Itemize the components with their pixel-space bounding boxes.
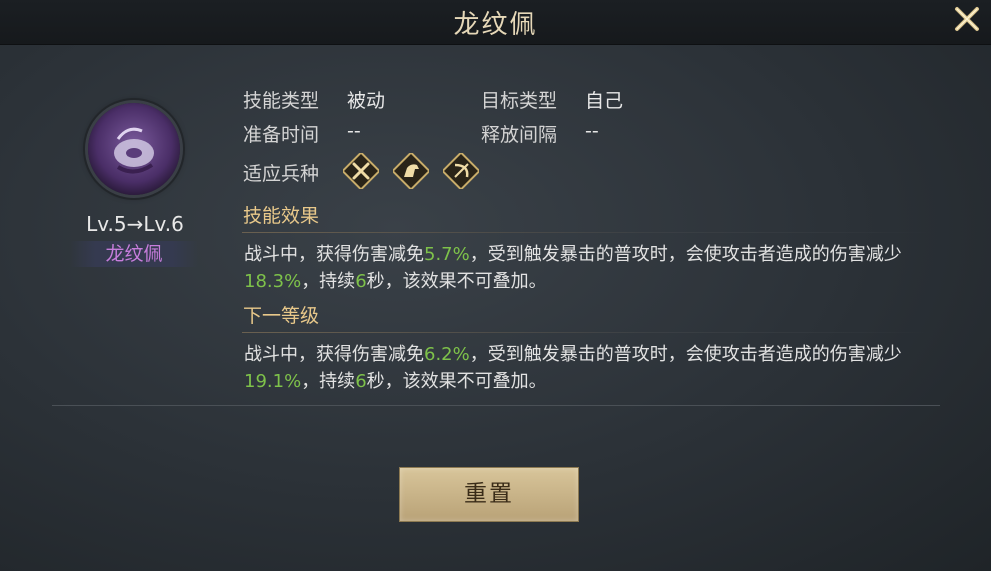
skill-type-value: 被动 [347, 90, 386, 112]
effect-heading: 技能效果 [243, 205, 320, 227]
jade-pendant-icon [114, 127, 154, 174]
prep-time-label: 准备时间 [243, 124, 320, 146]
next-level-heading: 下一等级 [243, 305, 320, 327]
effect-description: 战斗中，获得伤害减免5.7%，受到触发暴击的普攻时，会使攻击者造成的伤害减少18… [244, 244, 902, 292]
crossed-swords-icon [343, 153, 379, 189]
title-bar: 龙纹佩 [0, 0, 991, 45]
bow-icon [443, 153, 479, 189]
skill-type-label: 技能类型 [243, 90, 320, 112]
interval-label: 释放间隔 [481, 124, 558, 146]
item-avatar [88, 103, 180, 195]
target-type-label: 目标类型 [481, 90, 558, 112]
item-name: 龙纹佩 [70, 241, 198, 267]
troops-label: 适应兵种 [243, 163, 320, 185]
next-level-divider [242, 332, 932, 333]
horse-icon [393, 153, 429, 189]
reset-button[interactable]: 重置 [399, 467, 579, 522]
next-level-description: 战斗中，获得伤害减免6.2%，受到触发暴击的普攻时，会使攻击者造成的伤害减少19… [244, 344, 902, 392]
target-type-value: 自己 [585, 90, 624, 112]
interval-value: -- [585, 120, 599, 142]
prep-time-value: -- [347, 120, 361, 142]
close-icon[interactable] [950, 2, 984, 36]
level-text: Lv.5→Lv.6 [86, 212, 184, 236]
panel-divider [52, 405, 940, 406]
effect-divider [242, 232, 932, 233]
window-title: 龙纹佩 [453, 10, 538, 40]
